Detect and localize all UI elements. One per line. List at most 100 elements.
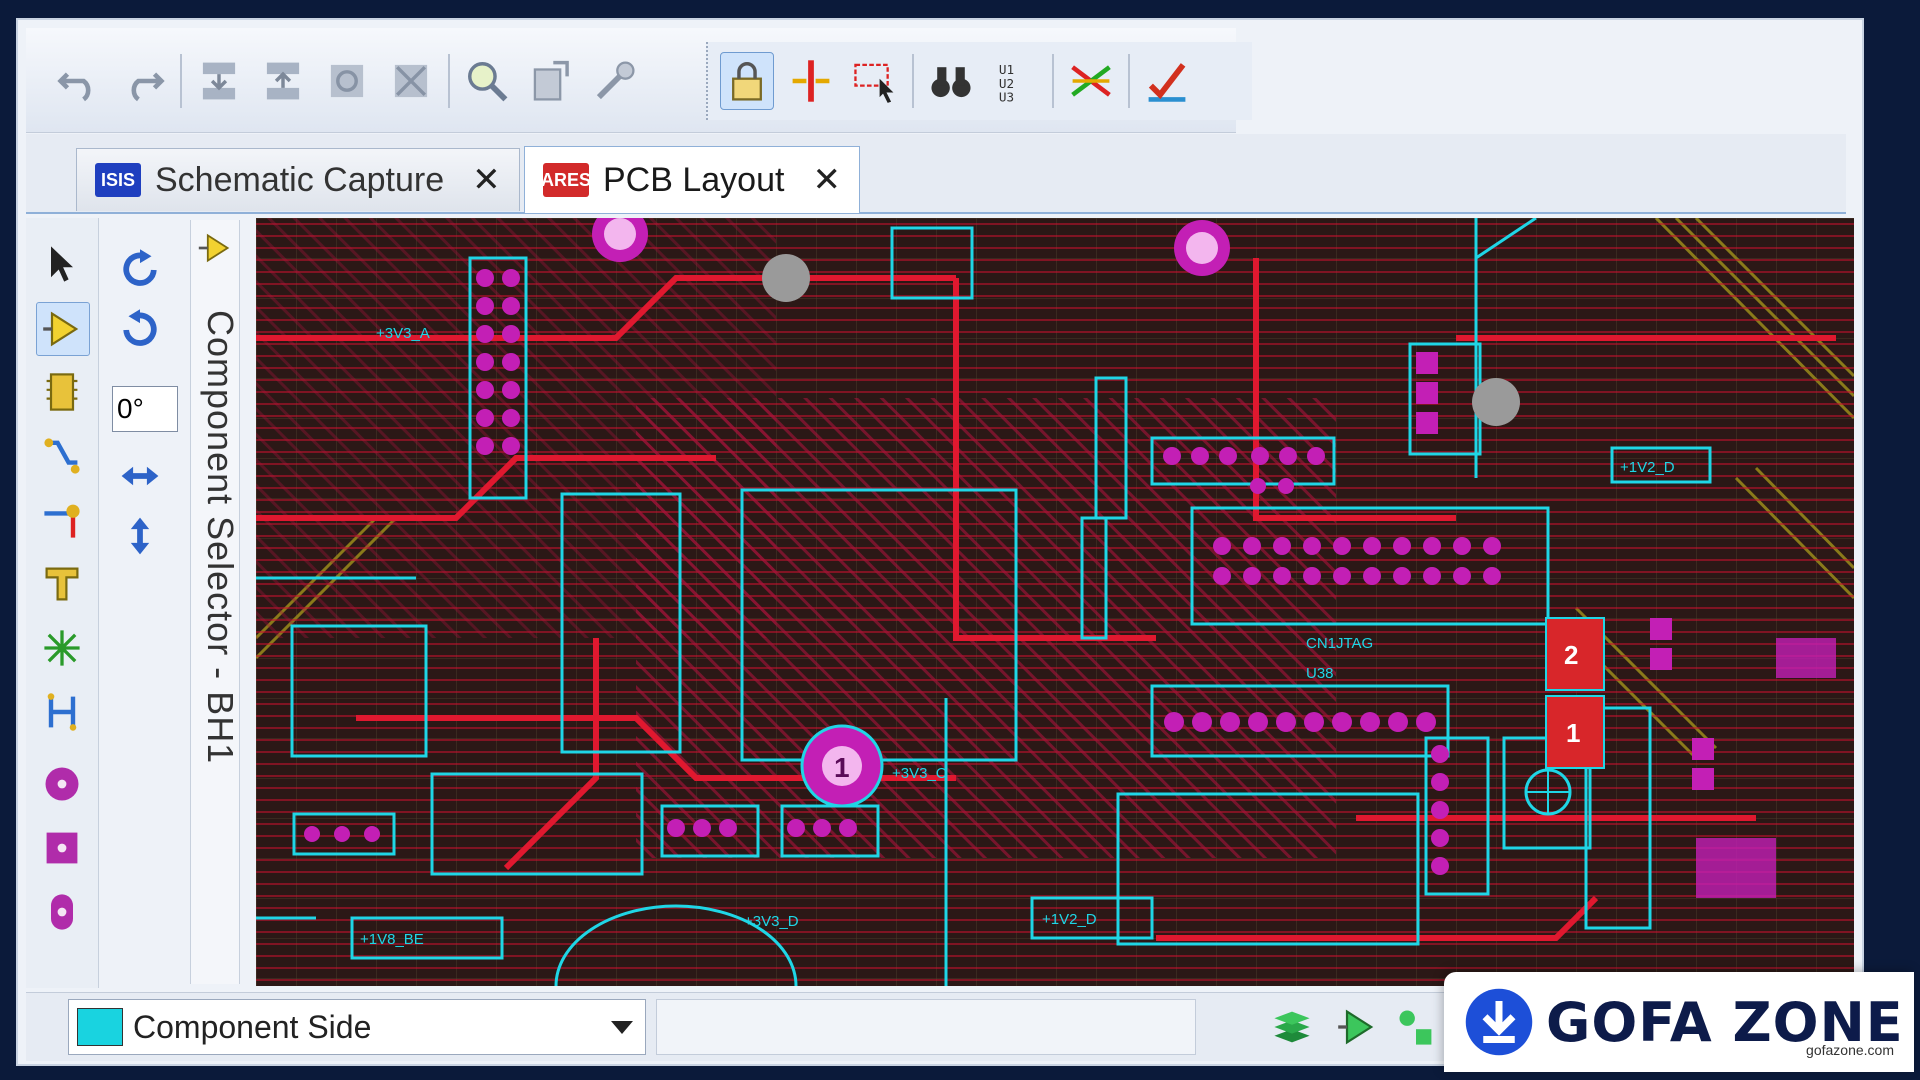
component-filter-icon (1338, 1009, 1374, 1045)
tab-schematic-capture[interactable]: ISIS Schematic Capture ✕ (76, 148, 520, 211)
component-selector-label: Component Selector - BH1 (200, 310, 241, 765)
silk-label: CN1JTAG (1306, 635, 1373, 652)
via-mode-button[interactable] (36, 494, 88, 546)
mirror-vertical-button[interactable] (114, 510, 166, 562)
block-move-button[interactable] (256, 52, 310, 110)
tab-pcb-layout[interactable]: ARES PCB Layout ✕ (524, 146, 860, 213)
main-toolbar: U1 U2 U3 (26, 28, 1252, 133)
find-button[interactable] (924, 52, 978, 110)
round-pad-button[interactable] (36, 758, 88, 810)
dil-pad-icon (51, 894, 73, 930)
round-pad-icon (45, 767, 79, 801)
layer-selector-dropdown[interactable]: Component Side (68, 999, 646, 1055)
vertical-flip-icon (130, 517, 150, 555)
select-area-button[interactable] (848, 52, 902, 110)
pin-filter-icon (1399, 1010, 1432, 1045)
toolbar-separator (448, 54, 450, 108)
silk-label: +1V2_D (1042, 911, 1097, 928)
pad-number-2: 2 (1564, 640, 1578, 670)
dil-pad-button[interactable] (36, 886, 88, 938)
layers-button[interactable] (1266, 999, 1318, 1055)
square-pad-icon (46, 832, 78, 864)
horizontal-flip-icon (121, 466, 159, 486)
close-icon[interactable]: ✕ (812, 160, 841, 200)
pin-filter-button[interactable] (1390, 999, 1442, 1055)
component-selector-panel[interactable]: Component Selector - BH1 (190, 220, 241, 984)
ratsnest-button[interactable] (1064, 52, 1118, 110)
track-icon (44, 438, 80, 474)
svg-text:U1: U1 (999, 62, 1014, 77)
component-icon (198, 233, 230, 263)
via-label: 1 (834, 752, 850, 783)
lock-button[interactable] (720, 52, 774, 110)
tools-icon (596, 61, 635, 100)
netlist-button[interactable]: U1 U2 U3 (988, 52, 1042, 110)
undo-icon (57, 72, 91, 102)
toolbar-separator (1052, 54, 1054, 108)
ratsnest-mode-button[interactable] (36, 622, 88, 674)
netlist-icon: U1U2U3 (999, 62, 1014, 104)
pcb-layout-canvas[interactable]: 1 2 1 CN1JTAG U38 +3V3_D +1V2_D +1V2_D +… (256, 218, 1854, 986)
mirror-horizontal-button[interactable] (114, 450, 166, 502)
component-filter-button[interactable] (1332, 999, 1384, 1055)
block-move-icon (266, 62, 300, 100)
block-delete-button[interactable] (384, 52, 438, 110)
component-mode-button[interactable] (36, 302, 90, 356)
drc-button[interactable] (1140, 52, 1194, 110)
silk-label: +3V3_A (376, 325, 430, 342)
app-window: U1 U2 U3 ISIS Schematic Capture ✕ ARES PCB… (16, 18, 1864, 1066)
selection-mode-button[interactable] (36, 238, 88, 290)
rotate-anticlockwise-button[interactable] (114, 304, 166, 356)
track-mode-button[interactable] (36, 430, 88, 482)
svg-text:U3: U3 (999, 90, 1014, 104)
silk-label: +1V2_D (1620, 459, 1675, 476)
redo-icon (131, 72, 165, 102)
rotate-ccw-icon (123, 309, 157, 346)
connectivity-icon (47, 693, 77, 731)
square-pad-button[interactable] (36, 822, 88, 874)
watermark-domain: gofazone.com (1806, 1042, 1894, 1058)
toolbar-separator (180, 54, 182, 108)
lock-icon (732, 62, 762, 101)
package-mode-button[interactable] (36, 366, 88, 418)
connectivity-mode-button[interactable] (36, 686, 88, 738)
ratsnest-star-icon (44, 630, 80, 666)
undo-button[interactable] (52, 52, 106, 110)
rotate-clockwise-button[interactable] (114, 244, 166, 296)
tools-button[interactable] (588, 52, 642, 110)
block-copy-button[interactable] (192, 52, 246, 110)
isis-icon: ISIS (95, 163, 141, 197)
toolbar-group-edit (40, 42, 694, 120)
import-icon (533, 60, 569, 101)
tab-label: Schematic Capture (155, 160, 445, 199)
silk-label: +1V8_BE (360, 931, 424, 948)
toolbar-separator (912, 54, 914, 108)
rotation-angle-input[interactable] (112, 386, 178, 432)
redo-button[interactable] (116, 52, 170, 110)
status-message-area (656, 999, 1196, 1055)
block-rotate-button[interactable] (320, 52, 374, 110)
layer-selector-value: Component Side (133, 1008, 372, 1045)
ratsnest-icon (1071, 65, 1111, 97)
ares-icon: ARES (541, 163, 591, 197)
pcb-drawing: 1 2 1 CN1JTAG U38 +3V3_D +1V2_D +1V2_D +… (256, 218, 1854, 986)
layer-color-swatch (77, 1008, 123, 1046)
document-tabs: ISIS Schematic Capture ✕ ARES PCB Layout… (26, 134, 1846, 214)
select-area-icon (854, 63, 894, 103)
zoom-search-button[interactable] (460, 52, 514, 110)
block-delete-icon (394, 64, 428, 98)
layers-icon (1274, 1011, 1310, 1043)
import-button[interactable] (524, 52, 578, 110)
zone-mode-button[interactable] (36, 558, 88, 610)
split-button[interactable] (784, 52, 838, 110)
component-icon (43, 311, 79, 347)
silk-label: +3V3_C (892, 765, 947, 782)
pad-number-1: 1 (1566, 718, 1580, 748)
block-copy-icon (202, 62, 236, 100)
close-icon[interactable]: ✕ (472, 160, 501, 200)
tab-label: PCB Layout (603, 160, 785, 199)
rotate-cw-icon (123, 249, 157, 286)
chevron-down-icon (611, 1020, 633, 1034)
block-rotate-icon (330, 64, 364, 98)
zone-icon (45, 567, 79, 601)
